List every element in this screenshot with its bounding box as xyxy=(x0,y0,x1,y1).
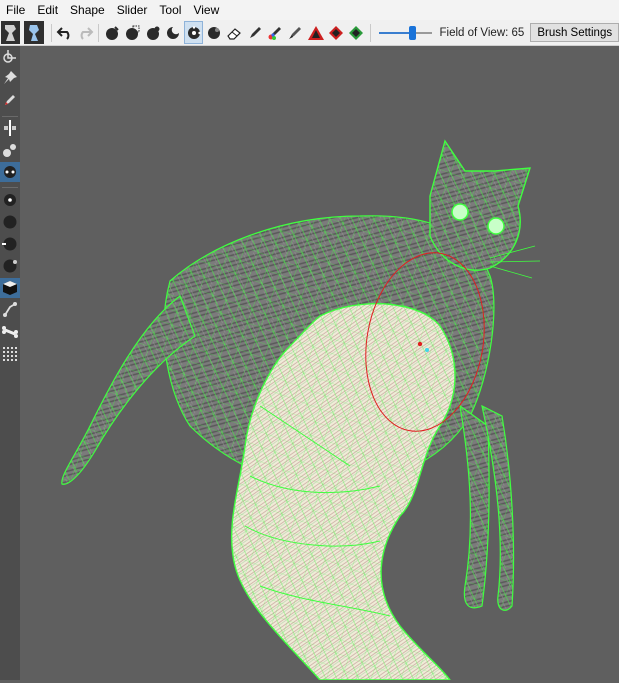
half-circle-icon[interactable] xyxy=(0,256,20,276)
dot-icon[interactable] xyxy=(0,190,20,210)
slider-track-rest xyxy=(413,31,432,34)
undo-icon[interactable] xyxy=(55,21,74,44)
tool-separator xyxy=(2,187,18,188)
color-brush-icon[interactable] xyxy=(265,21,284,44)
smooth-icon[interactable] xyxy=(163,21,182,44)
app-logo-icon[interactable] xyxy=(0,21,20,44)
redo-icon[interactable] xyxy=(75,21,94,44)
bone-icon[interactable] xyxy=(0,322,20,342)
brush-settings-button[interactable]: Brush Settings xyxy=(530,23,619,42)
grid-icon[interactable] xyxy=(0,344,20,364)
weight-warning-icon[interactable] xyxy=(306,21,325,44)
paint-brush-icon[interactable] xyxy=(286,21,305,44)
connect-icon[interactable] xyxy=(0,162,20,182)
viewport-canvas[interactable] xyxy=(20,46,619,681)
diamond-green-icon[interactable] xyxy=(347,21,366,44)
slider-thumb[interactable] xyxy=(409,25,417,40)
main-toolbar: Field of View: 65 Brush Settings xyxy=(0,20,619,46)
nodes-icon[interactable] xyxy=(0,140,20,160)
field-of-view-slider[interactable] xyxy=(379,25,432,41)
move-icon[interactable] xyxy=(183,21,204,44)
diamond-red-icon[interactable] xyxy=(326,21,345,44)
menu-tool[interactable]: Tool xyxy=(153,0,187,20)
pivot-icon[interactable] xyxy=(0,46,20,66)
menu-bar: File Edit Shape Slider Tool View xyxy=(0,0,619,20)
menu-slider[interactable]: Slider xyxy=(111,0,154,20)
cube-icon[interactable] xyxy=(0,278,20,298)
menu-view[interactable]: View xyxy=(187,0,225,20)
menu-file[interactable]: File xyxy=(0,0,31,20)
field-of-view-label: Field of View: 65 xyxy=(439,26,525,39)
toolbar-separator xyxy=(98,23,99,42)
toolbar-separator xyxy=(50,23,52,42)
menu-edit[interactable]: Edit xyxy=(31,0,64,20)
tool-separator xyxy=(2,116,18,117)
menu-shape[interactable]: Shape xyxy=(64,0,111,20)
eraser-icon[interactable] xyxy=(225,21,244,44)
circle-filled-icon[interactable] xyxy=(0,212,20,232)
3d-viewport[interactable] xyxy=(20,46,619,681)
left-tool-strip xyxy=(0,46,20,680)
deflate-icon[interactable] xyxy=(143,21,162,44)
inflate-icon[interactable] xyxy=(204,21,223,44)
pin-icon[interactable] xyxy=(0,68,20,88)
load-mesh-icon[interactable] xyxy=(24,21,44,44)
pen-icon[interactable] xyxy=(245,21,264,44)
sphere-brush-icon[interactable] xyxy=(103,21,122,44)
mask-sphere-icon[interactable] xyxy=(123,21,142,44)
mirror-icon[interactable] xyxy=(0,118,20,138)
cat-eye-right xyxy=(487,217,505,235)
circle-arrow-icon[interactable] xyxy=(0,234,20,254)
pencil-icon[interactable] xyxy=(0,90,20,110)
toolbar-separator xyxy=(369,23,371,42)
vertex-edit-icon[interactable] xyxy=(0,300,20,320)
cat-eye-left xyxy=(451,203,469,221)
